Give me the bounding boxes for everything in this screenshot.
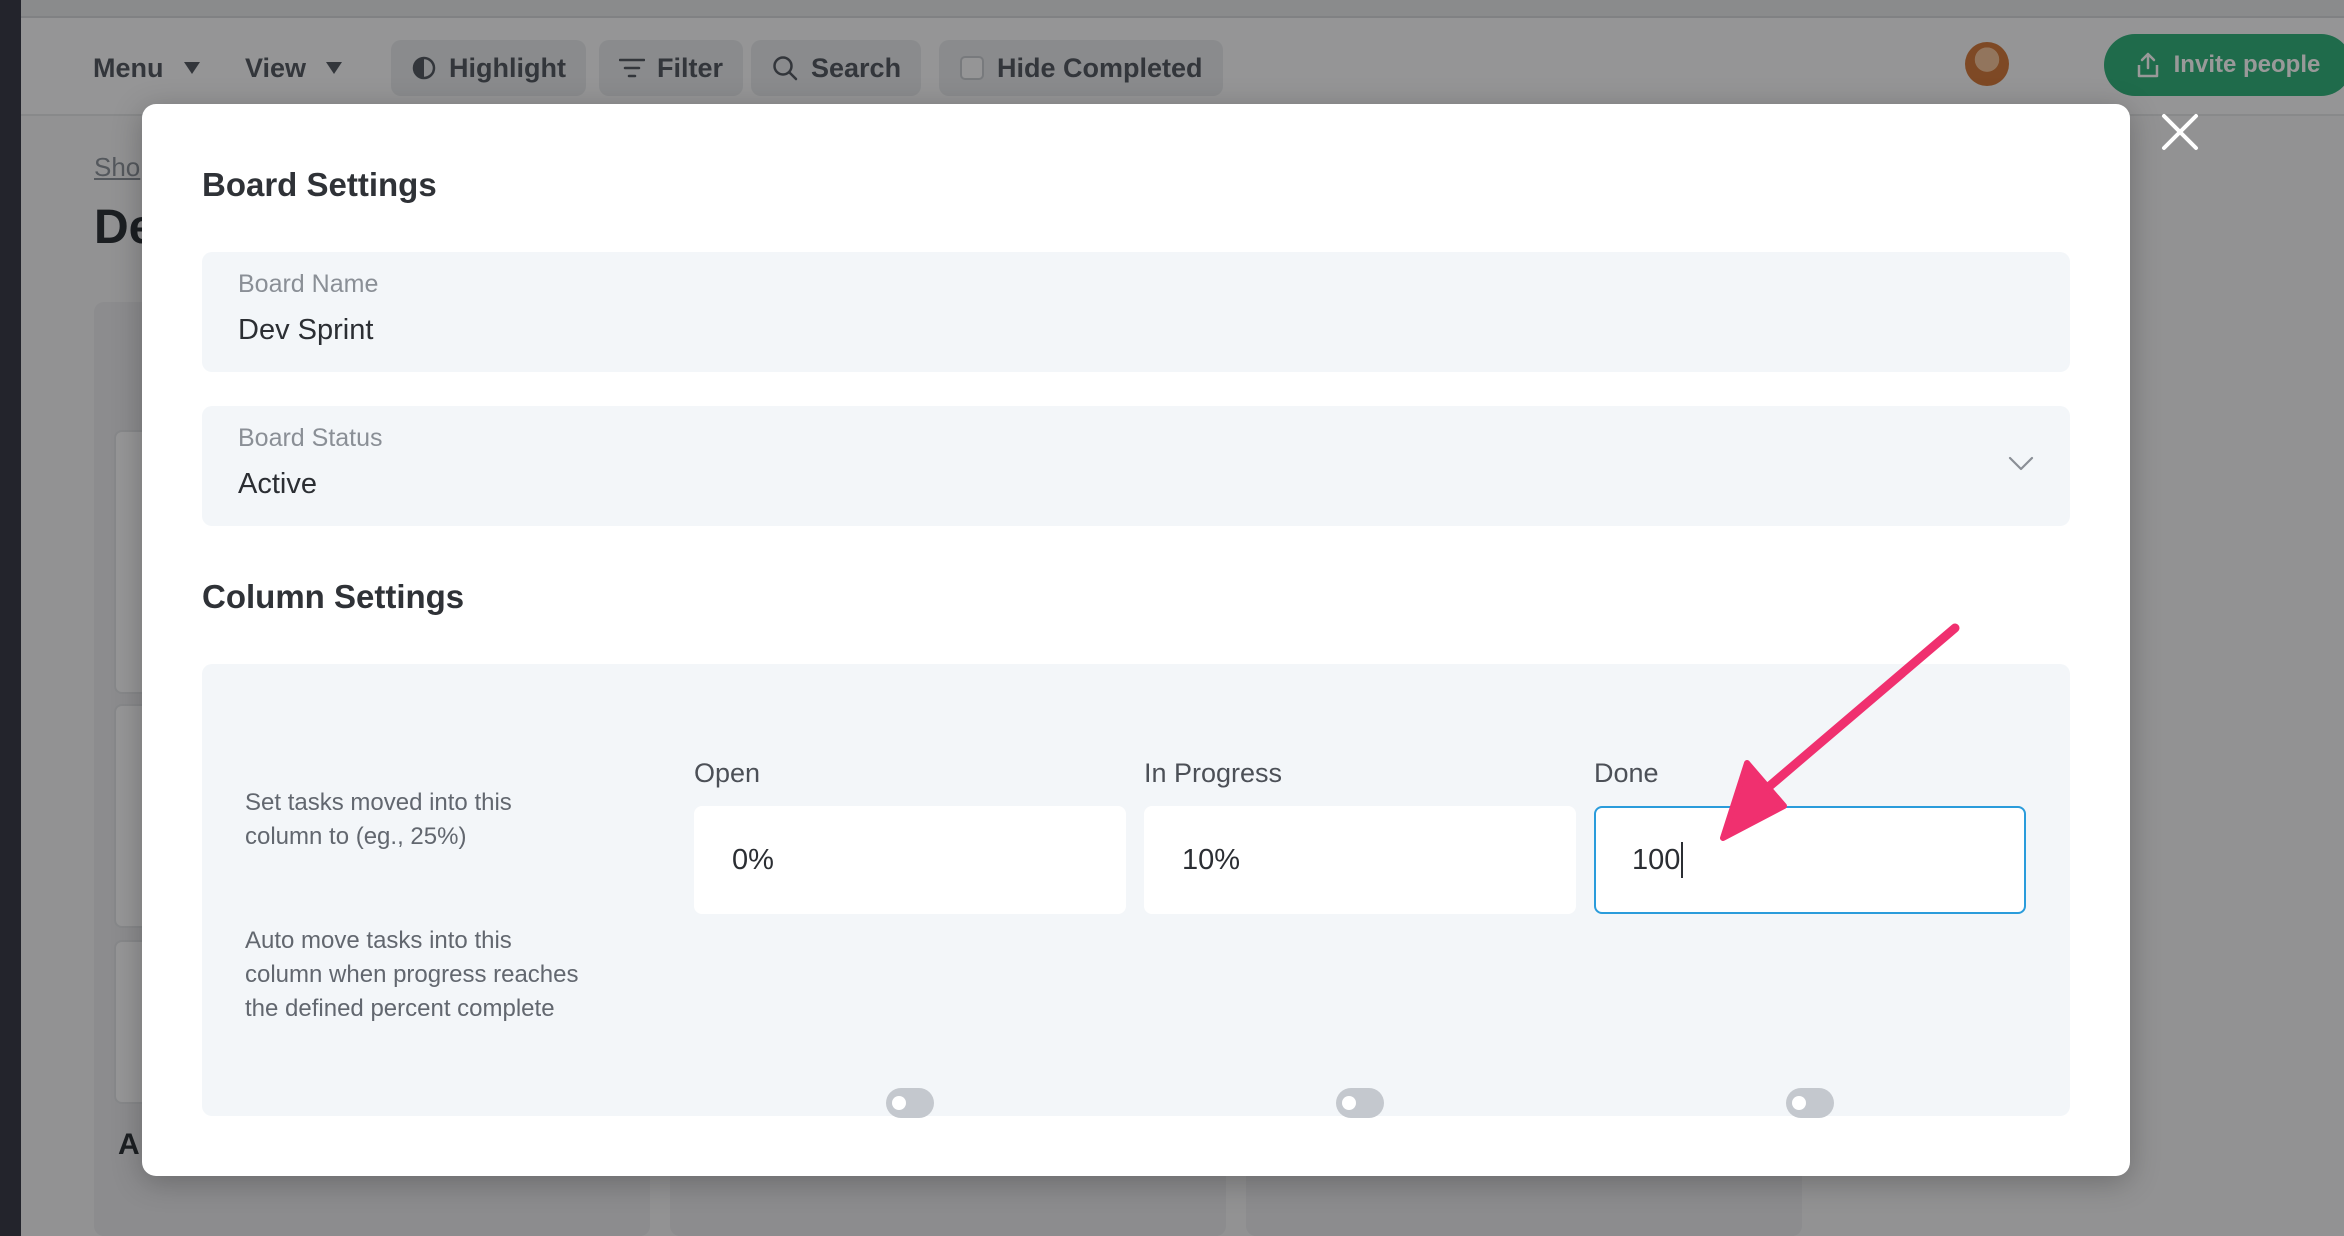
done-percent-input[interactable]: 100 [1594,806,2026,914]
close-icon [2162,114,2198,150]
open-percent-value: 0% [732,843,774,876]
board-status-select[interactable]: Board Status Active [202,406,2070,526]
board-name-input[interactable]: Dev Sprint [238,314,373,347]
board-status-value[interactable]: Active [238,468,317,501]
toggle-knob [892,1096,906,1110]
column-name-open: Open [694,758,761,788]
modal-title: Board Settings [202,166,437,203]
in-progress-auto-move-toggle[interactable] [1336,1088,1384,1118]
toggle-knob [1792,1096,1806,1110]
in-progress-percent-value: 10% [1182,843,1241,876]
board-status-label: Board Status [238,424,383,452]
percent-row-label: Set tasks moved into this column to (eg.… [245,789,512,850]
close-modal-button[interactable] [2158,110,2202,154]
board-name-field[interactable]: Board Name Dev Sprint [202,252,2070,372]
auto-move-row-label: Auto move tasks into this column when pr… [245,927,579,1022]
in-progress-percent-input[interactable]: 10% [1144,806,1576,914]
done-auto-move-toggle[interactable] [1786,1088,1834,1118]
board-name-label: Board Name [238,270,379,298]
toggle-knob [1342,1096,1356,1110]
column-settings-panel: Set tasks moved into this column to (eg.… [202,664,2070,1118]
text-cursor [1681,842,1684,878]
column-settings-title: Column Settings [202,578,465,615]
board-settings-modal: Board Settings Board Name Dev Sprint Boa… [142,104,2130,1176]
open-percent-input[interactable]: 0% [694,806,1126,914]
done-percent-value: 100 [1632,843,1681,876]
column-name-done: Done [1594,758,1659,788]
column-name-in-progress: In Progress [1144,758,1283,788]
open-auto-move-toggle[interactable] [886,1088,934,1118]
chevron-down-icon [2008,456,2034,477]
